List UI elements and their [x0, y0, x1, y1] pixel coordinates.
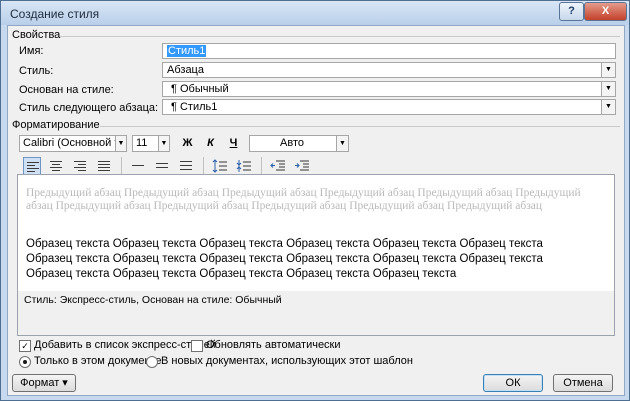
name-input[interactable]: Стиль1 — [162, 43, 616, 59]
add-quick-styles-checkbox[interactable]: ✓ — [19, 340, 31, 352]
font-dropdown-arrow[interactable]: ▼ — [115, 135, 127, 152]
style-type-select[interactable]: Абзаца ▼ — [162, 62, 616, 78]
toolbar-separator — [261, 157, 262, 174]
decrease-indent-icon[interactable] — [269, 157, 287, 175]
properties-divider — [60, 36, 620, 37]
align-center-icon[interactable] — [47, 157, 65, 175]
single-spacing-icon[interactable] — [129, 157, 147, 175]
style-preview: Предыдущий абзац Предыдущий абзац Предыд… — [17, 174, 615, 293]
chevron-down-icon: ▼ — [601, 63, 615, 77]
only-this-document-radio[interactable] — [19, 356, 31, 368]
style-description-text: Стиль: Экспресс-стиль, Основан на стиле:… — [24, 294, 282, 306]
underline-button[interactable]: Ч — [225, 135, 242, 152]
based-on-label: Основан на стиле: — [19, 84, 114, 96]
font-value: Calibri (Основной тек — [23, 137, 126, 149]
formatting-divider — [100, 126, 620, 127]
window-title: Создание стиля — [10, 7, 100, 21]
chevron-down-icon: ▼ — [601, 100, 615, 114]
font-color-value: Авто — [280, 137, 304, 149]
auto-update-checkbox[interactable] — [191, 340, 203, 352]
ok-button[interactable]: ОК — [483, 374, 543, 392]
sample-line: Образец текста Образец текста Образец те… — [26, 238, 543, 250]
cancel-button[interactable]: Отмена — [553, 374, 613, 392]
double-spacing-icon[interactable] — [177, 157, 195, 175]
toolbar-separator — [121, 157, 122, 174]
font-color-select[interactable]: Авто — [249, 135, 349, 152]
properties-section-title: Свойства — [12, 29, 61, 41]
next-paragraph-value: ¶ Стиль1 — [171, 101, 218, 113]
only-this-document-label: Только в этом документе — [34, 355, 162, 367]
justify-icon[interactable] — [95, 157, 113, 175]
next-paragraph-label: Стиль следующего абзаца: — [19, 102, 159, 114]
increase-indent-icon[interactable] — [293, 157, 311, 175]
next-paragraph-select[interactable]: ¶ Стиль1 ▼ — [162, 99, 616, 115]
font-select[interactable]: Calibri (Основной тек — [19, 135, 126, 152]
style-description: Стиль: Экспресс-стиль, Основан на стиле:… — [17, 291, 615, 336]
space-before-increase-icon[interactable] — [211, 157, 229, 175]
name-value: Стиль1 — [167, 45, 207, 57]
based-on-value: ¶ Обычный — [171, 83, 229, 95]
help-button[interactable]: ? — [559, 2, 584, 21]
based-on-select[interactable]: ¶ Обычный ▼ — [162, 81, 616, 97]
title-bar: Создание стиля ? X — [1, 1, 629, 25]
font-size-value: 11 — [136, 137, 148, 149]
size-dropdown-arrow[interactable]: ▼ — [158, 135, 170, 152]
align-right-icon[interactable] — [71, 157, 89, 175]
italic-button[interactable]: К — [202, 135, 219, 152]
add-quick-styles-label: Добавить в список экспресс-стилей — [34, 339, 217, 351]
one-half-spacing-icon[interactable] — [153, 157, 171, 175]
sample-text: Образец текста Образец текста Образец те… — [26, 237, 606, 282]
dialog-body: Свойства Имя: Стиль1 Стиль: Абзаца ▼ Осно… — [7, 25, 625, 396]
color-dropdown-arrow[interactable]: ▼ — [336, 135, 349, 152]
previous-paragraph-text: Предыдущий абзац Предыдущий абзац Предыд… — [26, 187, 581, 212]
sample-line: Образец текста Образец текста Образец те… — [26, 268, 457, 280]
toolbar-separator — [203, 157, 204, 174]
new-documents-label: В новых документах, использующих этот ша… — [161, 355, 413, 367]
sample-line: Образец текста Образец текста Образец те… — [26, 253, 543, 265]
auto-update-label: Обновлять автоматически — [206, 339, 341, 351]
formatting-section-title: Форматирование — [12, 119, 100, 131]
chevron-down-icon: ▼ — [601, 82, 615, 96]
style-type-label: Стиль: — [19, 65, 54, 77]
style-type-value: Абзаца — [167, 64, 204, 76]
new-documents-radio[interactable] — [146, 356, 158, 368]
format-button[interactable]: Формат ▾ — [12, 374, 76, 392]
close-button[interactable]: X — [584, 2, 627, 21]
create-style-dialog: Создание стиля ? X Свойства Имя: Стиль1 … — [0, 0, 630, 401]
align-left-icon[interactable] — [23, 157, 41, 175]
space-before-decrease-icon[interactable] — [235, 157, 253, 175]
name-label: Имя: — [19, 45, 44, 57]
bold-button[interactable]: Ж — [179, 135, 196, 152]
